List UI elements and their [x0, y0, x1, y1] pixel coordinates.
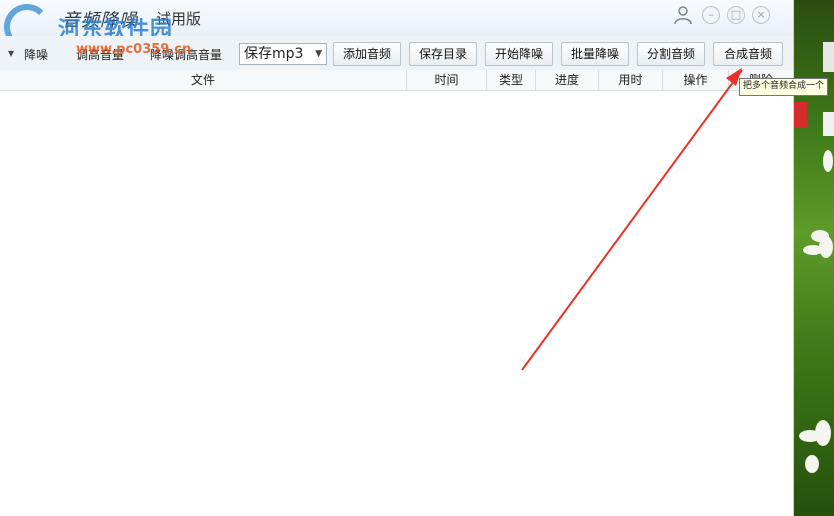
annotation-arrow [521, 68, 743, 371]
